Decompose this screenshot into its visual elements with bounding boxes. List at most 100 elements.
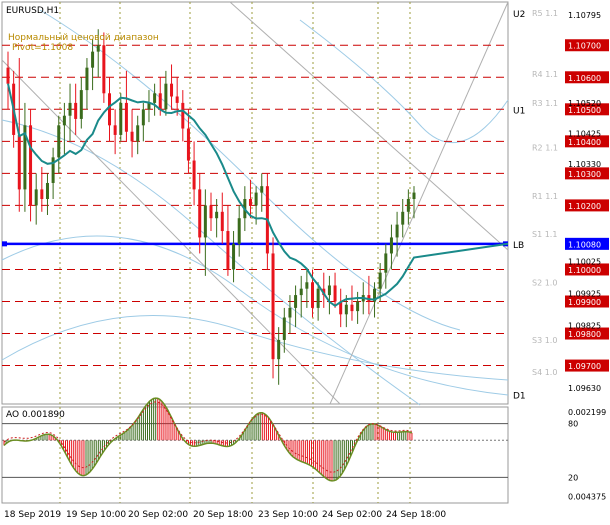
price-tick-label: 1.10520 bbox=[568, 99, 601, 108]
candle-body bbox=[384, 253, 388, 273]
candle-body bbox=[91, 51, 95, 68]
candle-body bbox=[113, 125, 117, 135]
candle-body bbox=[209, 205, 213, 219]
candle-body bbox=[141, 109, 145, 126]
ao-title: AO 0.001890 bbox=[6, 410, 65, 420]
candle-body bbox=[170, 83, 174, 97]
candle-body bbox=[153, 93, 157, 103]
time-label: 20 Sep 18:00 bbox=[193, 510, 253, 520]
sr-label: R1 1.1 bbox=[532, 192, 558, 201]
candle-body bbox=[294, 295, 298, 308]
candle-body bbox=[305, 282, 309, 289]
candle-body bbox=[288, 307, 292, 318]
price-tick-label: 1.09630 bbox=[568, 384, 601, 393]
candle-body bbox=[79, 90, 83, 119]
time-label: 18 Sep 2019 bbox=[4, 510, 61, 520]
price-level-label: 1.09900 bbox=[568, 298, 601, 307]
candle-body bbox=[412, 192, 416, 199]
candle-body bbox=[164, 83, 168, 110]
price-level-label: 1.09800 bbox=[568, 330, 601, 339]
price-level-label: 1.10200 bbox=[568, 202, 601, 211]
candle-body bbox=[406, 198, 410, 212]
candle-body bbox=[57, 125, 61, 158]
price-level-label: 1.10080 bbox=[568, 240, 601, 249]
candle-body bbox=[181, 102, 185, 129]
candle-body bbox=[34, 189, 38, 206]
price-tick-label: 1.10795 bbox=[568, 11, 601, 20]
candle-body bbox=[311, 282, 314, 308]
candle-body bbox=[136, 125, 140, 142]
price-level-label: 1.10700 bbox=[568, 42, 601, 51]
candle-body bbox=[282, 317, 286, 340]
candle-body bbox=[108, 93, 111, 126]
sr-label: R4 1.1 bbox=[532, 70, 558, 79]
ao-tick-label: 0.002199 bbox=[568, 408, 606, 417]
sr-label: S4 1.0 bbox=[532, 368, 557, 377]
candle-body bbox=[203, 205, 207, 238]
candle-body bbox=[124, 102, 128, 132]
price-level-label: 1.10400 bbox=[568, 138, 601, 147]
candle-body bbox=[226, 231, 230, 270]
sr-label: S1 1.1 bbox=[532, 230, 557, 239]
candle-body bbox=[271, 253, 275, 360]
candle-body bbox=[350, 304, 354, 312]
price-tick-label: 1.09825 bbox=[568, 322, 601, 331]
candle-body bbox=[299, 288, 303, 296]
time-label: 23 Sep 10:00 bbox=[258, 510, 318, 520]
time-label: 24 Sep 02:00 bbox=[322, 510, 382, 520]
candle-body bbox=[192, 160, 196, 190]
time-label: 24 Sep 18:00 bbox=[386, 510, 446, 520]
price-level-label: 1.10600 bbox=[568, 74, 601, 83]
annotation-pivot: Pivot=1.1008 bbox=[12, 43, 73, 53]
candle-body bbox=[389, 237, 393, 254]
ao-level-label: 20 bbox=[568, 473, 578, 482]
candle-body bbox=[6, 67, 10, 84]
candle-body bbox=[74, 102, 78, 119]
price-tick-label: 1.09925 bbox=[568, 289, 601, 298]
price-level-label: 1.10000 bbox=[568, 266, 601, 275]
candle-body bbox=[45, 182, 49, 199]
candle-body bbox=[356, 301, 360, 312]
candle-body bbox=[248, 198, 252, 206]
trading-chart[interactable]: 80 20 0.002199 0.004375 1.10700 1.10600 1.105… bbox=[0, 0, 610, 525]
pivot-marker-left bbox=[2, 241, 7, 247]
candle-body bbox=[215, 211, 219, 219]
candle-body bbox=[316, 288, 320, 308]
sr-label: S3 1.0 bbox=[532, 336, 557, 345]
candle-body bbox=[260, 186, 264, 193]
candle-body bbox=[344, 304, 348, 315]
candle-body bbox=[158, 93, 162, 110]
band-label: U2 bbox=[513, 10, 525, 20]
time-axis-layer: 18 Sep 2019 19 Sep 10:00 20 Sep 02:00 20 Se… bbox=[4, 510, 446, 520]
candle-body bbox=[130, 131, 134, 142]
price-tick-label: 1.10330 bbox=[568, 160, 601, 169]
ao-level-label: 80 bbox=[568, 420, 578, 429]
band-label: LB bbox=[513, 241, 524, 251]
candle-body bbox=[378, 272, 382, 289]
candle-body bbox=[333, 285, 337, 302]
time-label: 20 Sep 02:00 bbox=[128, 510, 188, 520]
sr-label: R5 1.1 bbox=[532, 9, 558, 18]
candle-body bbox=[254, 192, 258, 206]
band-label: U1 bbox=[513, 106, 525, 116]
price-level-label: 1.09700 bbox=[568, 362, 601, 371]
price-tick-label: 1.10025 bbox=[568, 257, 601, 266]
candle-body bbox=[119, 102, 123, 135]
candle-body bbox=[68, 102, 72, 116]
candle-body bbox=[401, 211, 405, 225]
candle-body bbox=[198, 189, 202, 238]
candle-body bbox=[232, 243, 236, 270]
candle-body bbox=[277, 339, 281, 360]
candle-body bbox=[29, 125, 33, 206]
candle-body bbox=[395, 224, 399, 238]
chart-title: EURUSD,H1 bbox=[6, 6, 59, 16]
price-level-label: 1.10300 bbox=[568, 170, 601, 179]
candle-body bbox=[186, 128, 190, 161]
sr-label: S2 1.0 bbox=[532, 278, 557, 287]
price-tick-label: 1.10425 bbox=[568, 129, 601, 138]
time-label: 19 Sep 10:00 bbox=[66, 510, 126, 520]
candle-body bbox=[327, 285, 331, 296]
sr-label: R2 1.1 bbox=[532, 144, 558, 153]
annotation-range: Нормальный ценовой диапазон bbox=[8, 33, 159, 43]
candle-body bbox=[62, 115, 66, 126]
